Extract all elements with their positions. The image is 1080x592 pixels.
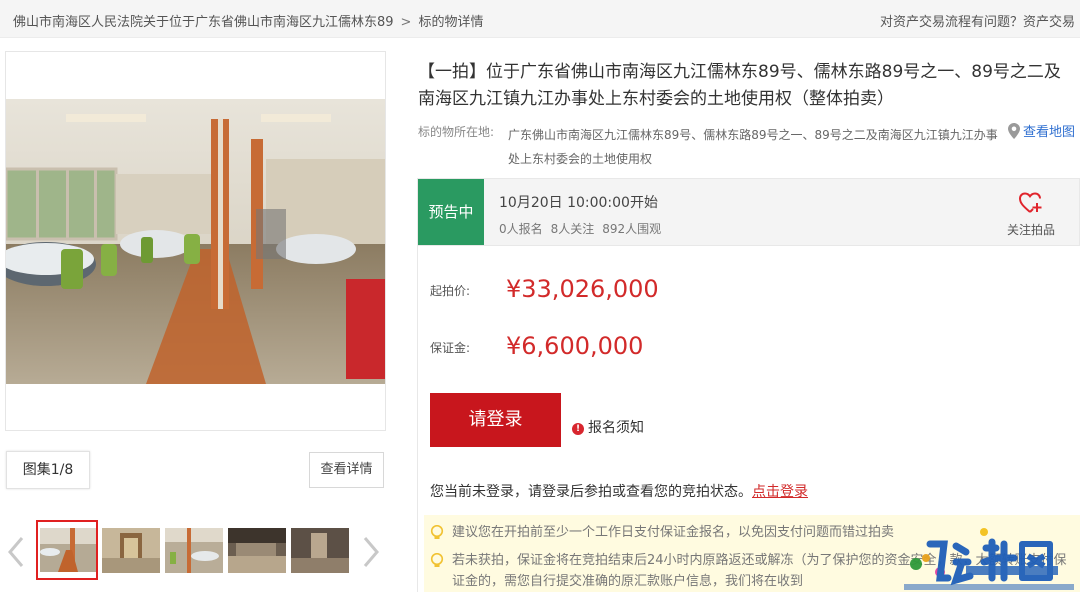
main-image[interactable] xyxy=(6,99,385,384)
thumbnail-prev-button[interactable] xyxy=(6,535,26,569)
location-label: 标的物所在地: xyxy=(418,125,495,139)
breadcrumb-separator: > xyxy=(400,15,412,30)
thumbnail-2[interactable] xyxy=(102,528,160,573)
breadcrumb-court-link[interactable]: 佛山市南海区人民法院关于位于广东省佛山市南海区九江儒林东89 xyxy=(13,15,394,30)
view-detail-button[interactable]: 查看详情 xyxy=(309,452,384,488)
auction-stats: 0人报名 8人关注 892人围观 xyxy=(499,220,669,237)
registration-notice-link[interactable]: ! 报名须知 xyxy=(572,417,644,437)
click-login-link[interactable]: 点击登录 xyxy=(752,484,808,500)
heart-plus-icon xyxy=(1018,192,1042,213)
thumbnail-3[interactable] xyxy=(165,528,223,573)
view-map-link[interactable]: 查看地图 xyxy=(1008,121,1075,140)
deposit-value: ¥6,600,000 xyxy=(506,332,644,360)
main-image-frame xyxy=(5,51,386,431)
help-link[interactable]: 对资产交易流程有问题？资产交易 xyxy=(880,11,1080,30)
follower-count: 8人关注 xyxy=(550,222,595,236)
start-price-label: 起拍价: xyxy=(430,284,471,298)
follow-item-label: 关注拍品 xyxy=(1006,223,1055,237)
thumbnail-image xyxy=(102,528,160,573)
thumbnail-5[interactable] xyxy=(291,528,349,573)
registration-notice-label: 报名须知 xyxy=(588,420,644,436)
view-map-label: 查看地图 xyxy=(1023,125,1076,140)
community-watermark-logo xyxy=(904,522,1080,592)
start-time: 10月20日 10:00:00开始 xyxy=(499,195,658,211)
thumbnail-image xyxy=(228,528,286,573)
thumbnail-4[interactable] xyxy=(228,528,286,573)
thumbnail-image xyxy=(291,528,349,573)
login-hint: 您当前未登录，请登录后参拍或查看您的竞拍状态。点击登录 xyxy=(430,481,808,501)
breadcrumb-current: 标的物详情 xyxy=(418,15,484,30)
chevron-left-icon xyxy=(8,537,24,567)
watermark-logo-graphic xyxy=(904,528,1074,590)
item-title: 【一拍】位于广东省佛山市南海区九江儒林东89号、儒林东路89号之一、89号之二及… xyxy=(418,62,1061,109)
lightbulb-icon xyxy=(430,553,444,567)
registration-count: 0人报名 xyxy=(499,222,543,236)
map-pin-icon xyxy=(1008,123,1020,139)
status-panel: 预告中 10月20日 10:00:00开始 0人报名 8人关注 892人围观 关注拍… xyxy=(417,178,1080,246)
start-price-value: ¥33,026,000 xyxy=(506,275,659,303)
lightbulb-icon xyxy=(430,525,444,539)
follow-item-button[interactable]: 关注拍品 xyxy=(1001,191,1061,238)
restaurant-photo xyxy=(6,99,385,384)
chevron-right-icon xyxy=(363,537,379,567)
thumbnail-1[interactable] xyxy=(36,520,98,580)
thumbnail-image xyxy=(165,528,223,573)
warning-icon: ! xyxy=(572,423,584,435)
status-badge: 预告中 xyxy=(418,179,484,245)
thumbnail-image xyxy=(40,528,96,572)
thumbnail-next-button[interactable] xyxy=(361,535,381,569)
location-text: 广东佛山市南海区九江儒林东89号、儒林东路89号之一、89号之二及南海区九江镇九… xyxy=(508,128,998,166)
viewer-count: 892人围观 xyxy=(602,222,662,236)
top-bar: 佛山市南海区人民法院关于位于广东省佛山市南海区九江儒林东89 > 标的物详情 对资产… xyxy=(0,0,1080,38)
gallery-count: 图集1/8 xyxy=(6,451,90,489)
deposit-label: 保证金: xyxy=(430,341,471,355)
breadcrumb: 佛山市南海区人民法院关于位于广东省佛山市南海区九江儒林东89 > 标的物详情 xyxy=(13,11,483,30)
login-button[interactable]: 请登录 xyxy=(430,393,561,447)
login-hint-text: 您当前未登录，请登录后参拍或查看您的竞拍状态。 xyxy=(430,484,752,500)
